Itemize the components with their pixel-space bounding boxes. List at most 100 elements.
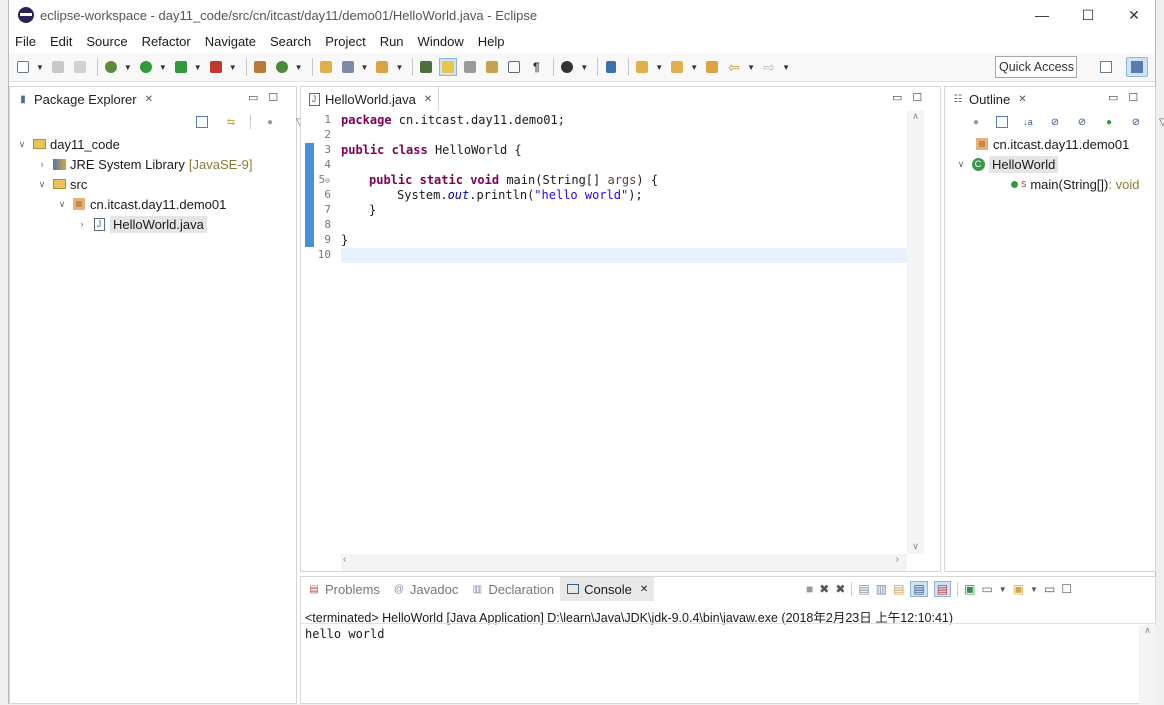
hide-static-icon[interactable]: ⊘ xyxy=(1075,115,1089,129)
tab-package-explorer[interactable]: ▮ Package Explorer ✕ xyxy=(10,87,159,111)
menu-project[interactable]: Project xyxy=(318,34,372,49)
tab-console[interactable]: Console ✕ xyxy=(560,577,655,601)
minimize-view-icon[interactable]: ▭ xyxy=(892,91,902,104)
open-task-icon[interactable] xyxy=(339,58,357,76)
view-menu-icon[interactable]: ▽ xyxy=(1156,115,1164,129)
close-tab-icon[interactable]: ✕ xyxy=(1018,94,1026,105)
collapse-all-icon[interactable] xyxy=(996,116,1008,128)
maximize-view-icon[interactable]: ☐ xyxy=(912,91,922,104)
forward-icon[interactable]: ⇨ xyxy=(760,58,778,76)
minimize-view-icon[interactable]: ▭ xyxy=(1108,91,1118,104)
toggle-breadcrumb-icon[interactable] xyxy=(417,58,435,76)
show-stdout-icon[interactable]: ▤ xyxy=(910,581,928,597)
minimize-button[interactable]: — xyxy=(1019,0,1065,30)
back-dropdown-icon[interactable]: ▼ xyxy=(747,63,755,72)
scroll-down-icon[interactable]: ∨ xyxy=(907,541,924,552)
menu-help[interactable]: Help xyxy=(471,34,512,49)
tree-item-src[interactable]: ∨ src xyxy=(36,174,88,194)
forward-dropdown-icon[interactable]: ▼ xyxy=(782,63,790,72)
show-whitespace-icon[interactable]: ¶ xyxy=(527,58,545,76)
word-wrap-icon[interactable] xyxy=(483,58,501,76)
focus-task-icon[interactable]: ● xyxy=(969,115,983,129)
search-dropdown-icon[interactable]: ▼ xyxy=(395,63,403,72)
close-tab-icon[interactable]: ✕ xyxy=(424,94,432,105)
new-java-package-icon[interactable] xyxy=(251,58,269,76)
maximize-view-icon[interactable]: ☐ xyxy=(268,91,278,104)
editor-horizontal-scrollbar[interactable]: ‹ › xyxy=(341,554,907,571)
scroll-right-icon[interactable]: › xyxy=(896,554,899,565)
editor-vertical-scrollbar[interactable]: ∧ ∨ xyxy=(907,111,924,554)
scroll-lock-icon[interactable]: ▥ xyxy=(876,582,887,596)
new-java-class-icon[interactable] xyxy=(273,58,291,76)
back-icon[interactable]: ⇦ xyxy=(725,58,743,76)
close-tab-icon[interactable]: ✕ xyxy=(145,94,153,105)
tab-declaration[interactable]: ▥ Declaration xyxy=(464,582,560,597)
maximize-view-icon[interactable]: ☐ xyxy=(1128,91,1138,104)
task-dropdown-icon[interactable]: ▼ xyxy=(361,63,369,72)
scroll-up-icon[interactable]: ∧ xyxy=(907,111,924,122)
menu-refactor[interactable]: Refactor xyxy=(135,34,198,49)
minimize-view-icon[interactable]: ▭ xyxy=(248,91,258,104)
word-wrap-icon[interactable]: ▤ xyxy=(893,582,904,596)
open-console-icon[interactable]: ▣ xyxy=(1013,582,1024,596)
block-selection-icon[interactable] xyxy=(505,58,523,76)
save-all-icon[interactable] xyxy=(71,58,89,76)
scroll-left-icon[interactable]: ‹ xyxy=(343,554,346,565)
previous-annotation-icon[interactable] xyxy=(668,58,686,76)
tree-item-jre[interactable]: › JRE System Library [JavaSE-9] xyxy=(36,154,253,174)
new-dropdown-icon[interactable]: ▼ xyxy=(36,63,44,72)
external-tools-dropdown-icon[interactable]: ▼ xyxy=(229,63,237,72)
save-icon[interactable] xyxy=(49,58,67,76)
close-button[interactable]: ✕ xyxy=(1111,0,1157,30)
tab-hello-world-java[interactable]: J HelloWorld.java ✕ xyxy=(301,87,440,111)
java-perspective-icon[interactable] xyxy=(1126,57,1148,77)
coverage-dropdown-icon[interactable]: ▼ xyxy=(194,63,202,72)
fold-icon[interactable]: ⊖ xyxy=(325,176,330,185)
coverage-icon[interactable] xyxy=(172,58,190,76)
chevron-down-icon[interactable]: ∨ xyxy=(56,199,68,210)
outline-item-class[interactable]: ∨ C HelloWorld xyxy=(955,154,1059,174)
tab-javadoc[interactable]: @ Javadoc xyxy=(386,582,464,597)
quick-access-input[interactable]: Quick Access xyxy=(995,56,1077,78)
focus-task-icon[interactable]: ● xyxy=(263,115,277,129)
chevron-down-icon[interactable]: ∨ xyxy=(955,159,967,170)
display-console-dropdown-icon[interactable]: ▼ xyxy=(999,585,1007,594)
menu-run[interactable]: Run xyxy=(373,34,411,49)
chevron-right-icon[interactable]: › xyxy=(36,159,48,169)
menu-search[interactable]: Search xyxy=(263,34,318,49)
chevron-right-icon[interactable]: › xyxy=(76,219,88,229)
external-tools-icon[interactable] xyxy=(207,58,225,76)
open-type-icon[interactable] xyxy=(317,58,335,76)
next-annotation-dropdown-icon[interactable]: ▼ xyxy=(655,63,663,72)
menu-navigate[interactable]: Navigate xyxy=(198,34,263,49)
close-tab-icon[interactable]: ✕ xyxy=(640,584,648,595)
link-with-editor-icon[interactable]: ⇆ xyxy=(224,115,238,129)
remove-launch-icon[interactable]: ✖ xyxy=(819,582,829,596)
terminate-icon[interactable]: ■ xyxy=(806,582,813,596)
maximize-view-icon[interactable]: ☐ xyxy=(1061,582,1072,596)
display-console-icon[interactable]: ▭ xyxy=(981,582,992,596)
run-icon[interactable] xyxy=(137,58,155,76)
menu-edit[interactable]: Edit xyxy=(43,34,79,49)
outline-item-method[interactable]: S main(String[]) : void xyxy=(1003,174,1139,194)
debug-icon[interactable] xyxy=(102,58,120,76)
hide-fields-icon[interactable]: ⊘ xyxy=(1048,115,1062,129)
tree-item-file[interactable]: › J HelloWorld.java xyxy=(76,214,207,234)
console-output[interactable]: hello world xyxy=(305,627,384,641)
tree-item-package[interactable]: ∨ cn.itcast.day11.demo01 xyxy=(56,194,227,214)
hide-local-types-icon[interactable]: ⊘ xyxy=(1129,115,1143,129)
toggle-ant-icon[interactable] xyxy=(461,58,479,76)
new-class-dropdown-icon[interactable]: ▼ xyxy=(295,63,303,72)
debug-dropdown-icon[interactable]: ▼ xyxy=(124,63,132,72)
profile-dropdown-icon[interactable]: ▼ xyxy=(580,63,588,72)
menu-source[interactable]: Source xyxy=(79,34,134,49)
scroll-up-icon[interactable]: ∧ xyxy=(1139,625,1156,636)
maximize-button[interactable]: ☐ xyxy=(1065,0,1111,30)
chevron-down-icon[interactable]: ∨ xyxy=(36,179,48,190)
previous-annotation-dropdown-icon[interactable]: ▼ xyxy=(690,63,698,72)
clear-console-icon[interactable]: ▤ xyxy=(858,582,869,596)
open-perspective-icon[interactable] xyxy=(1095,57,1117,77)
remove-all-terminated-icon[interactable]: ✖ xyxy=(835,582,845,596)
outline-item-package[interactable]: cn.itcast.day11.demo01 xyxy=(971,134,1129,154)
collapse-all-icon[interactable] xyxy=(196,116,208,128)
